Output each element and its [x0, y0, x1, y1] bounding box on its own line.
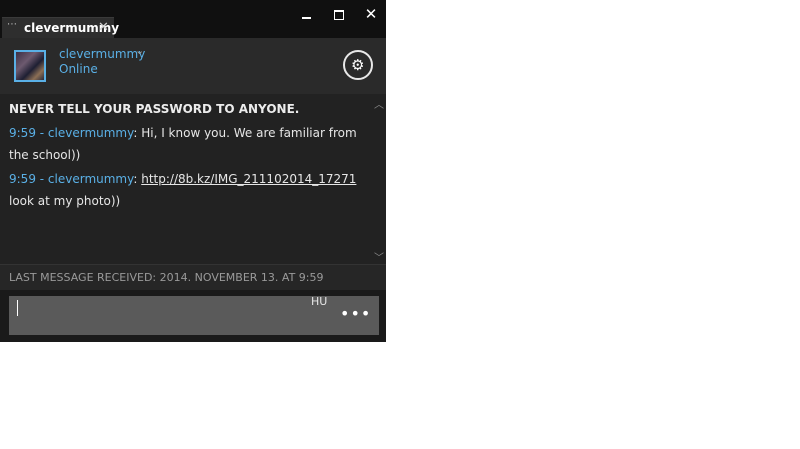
chevron-down-icon[interactable]: ⌄	[135, 44, 144, 57]
scroll-down-icon[interactable]: ﹀	[374, 249, 384, 264]
security-warning: NEVER TELL YOUR PASSWORD TO ANYONE.	[9, 102, 300, 116]
scroll-up-icon[interactable]: ︿	[374, 96, 384, 111]
contact-name[interactable]: clevermummy	[59, 47, 145, 61]
settings-button[interactable]: ⚙	[343, 50, 373, 80]
close-window-button[interactable]: ✕	[362, 5, 380, 23]
message-time: 9:59	[9, 172, 36, 186]
maximize-button[interactable]	[330, 6, 348, 24]
message-separator: -	[35, 172, 48, 186]
composer: HU •••	[0, 290, 386, 342]
gear-icon: ⚙	[351, 56, 365, 74]
message-link[interactable]: http://8b.kz/IMG_211102014_17271	[141, 172, 356, 186]
tab-close-icon[interactable]: ✕	[98, 20, 109, 35]
message-sender[interactable]: clevermummy	[48, 172, 133, 186]
tab-grip-icon: ⋯	[7, 19, 18, 30]
message-separator: -	[35, 126, 48, 140]
last-message-info: LAST MESSAGE RECEIVED: 2014. NOVEMBER 13…	[9, 271, 324, 284]
message-list: NEVER TELL YOUR PASSWORD TO ANYONE. 9:59…	[0, 94, 386, 264]
title-bar: ⋯ clevermummy ✕ ✕	[0, 0, 386, 40]
text-caret	[17, 300, 18, 316]
tab-chat[interactable]: ⋯ clevermummy ✕	[2, 17, 119, 40]
contact-status: Online	[59, 62, 98, 76]
more-options-icon[interactable]: •••	[340, 304, 371, 323]
contact-header: clevermummy ⌄ Online ⚙	[0, 38, 386, 94]
minimize-button[interactable]	[297, 6, 315, 24]
chat-window: ⋯ clevermummy ✕ ✕ clevermummy ⌄ Online ⚙…	[0, 0, 386, 342]
last-message-bar: LAST MESSAGE RECEIVED: 2014. NOVEMBER 13…	[0, 264, 386, 291]
message-time: 9:59	[9, 126, 36, 140]
message-text: look at my photo))	[9, 194, 121, 208]
message-sender[interactable]: clevermummy	[48, 126, 133, 140]
language-indicator[interactable]: HU	[311, 295, 327, 308]
message-item: 9:59 - clevermummy: Hi, I know you. We a…	[9, 122, 369, 166]
message-item: 9:59 - clevermummy: http://8b.kz/IMG_211…	[9, 168, 369, 212]
avatar[interactable]	[14, 50, 46, 82]
